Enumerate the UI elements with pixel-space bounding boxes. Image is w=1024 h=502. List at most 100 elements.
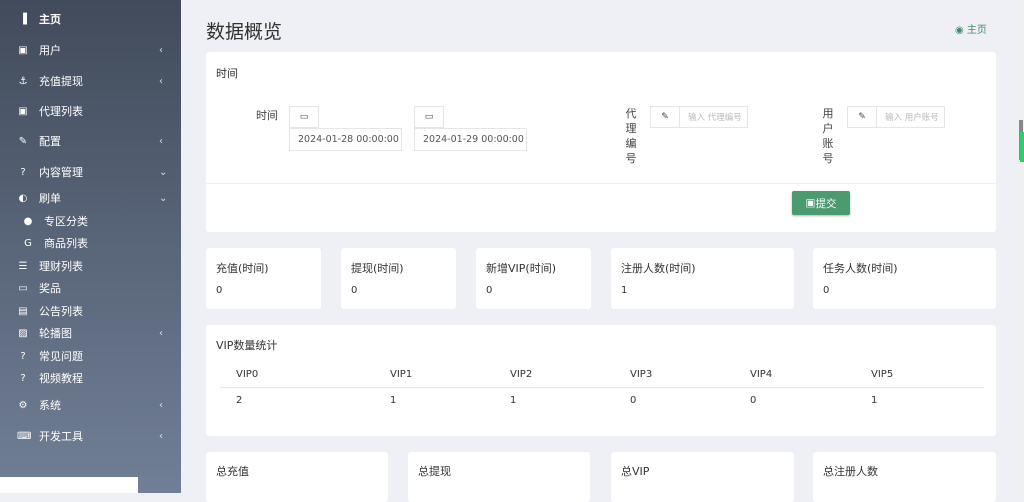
sidebar-item-5[interactable]: ? 内容管理 ⌄ — [0, 161, 181, 183]
sidebar: ▐ 主页 ▣ 用户 ‹ ⚓ 充值提现 ‹ ▣ 代理列表 ✎ 配置 ‹? 内容管理 ⌄ ◐ 刷单 ⌄ ● 专区分类 G 商品… — [0, 0, 181, 493]
bar-chart-icon: ▐ — [19, 13, 27, 25]
sidebar-item-4[interactable]: ✎ 配置 ‹ — [0, 130, 181, 152]
start-time-input[interactable]: 2024-01-28 00:00:00 — [289, 128, 402, 151]
agent-id-label: 代理编号 — [625, 107, 637, 165]
pencil-icon: ✎ — [847, 106, 877, 128]
breadcrumb-label: 主页 — [966, 25, 987, 36]
vip-card: VIP数量统计 VIP0 2 VIP1 1 VIP2 1 VIP3 0 VIP4 0 VIP5 1 — [206, 325, 996, 436]
question-circle-icon: ? — [20, 166, 26, 178]
stat-label: 注册人数(时间) — [621, 262, 696, 275]
sidebar-item-label: 公告列表 — [39, 305, 83, 318]
indent-icon: ☰ — [18, 260, 28, 272]
stat-card: 新增VIP(时间) 0 — [476, 248, 591, 309]
table-cell: 0 — [630, 395, 637, 406]
sidebar-item-10[interactable]: ▭ 奖品 — [0, 277, 181, 299]
total-label: 总充值 — [216, 465, 249, 478]
keyboard-icon: ⌨ — [17, 430, 32, 442]
chevron-icon: ‹ — [159, 327, 163, 339]
time-label: 时间 — [256, 109, 278, 122]
image-icon: ▨ — [18, 327, 28, 339]
end-time-input[interactable]: 2024-01-29 00:00:00 — [414, 128, 527, 151]
sidebar-item-label: 常见问题 — [39, 350, 83, 363]
chevron-icon: ‹ — [159, 44, 163, 56]
pencil-icon: ✎ — [650, 106, 680, 128]
dashboard-icon: ◉ — [955, 25, 967, 36]
table-header: VIP0 — [236, 369, 259, 380]
submit-button[interactable]: ▣ 提交 — [792, 191, 850, 215]
agent-id-input[interactable]: 输入 代理编号 — [679, 106, 748, 128]
stat-card: 注册人数(时间) 1 — [611, 248, 794, 309]
stat-value: 0 — [351, 285, 358, 296]
table-cell: 1 — [390, 395, 397, 406]
sidebar-item-16[interactable]: ⌨ 开发工具 ‹ — [0, 425, 181, 447]
sidebar-item-label: 轮播图 — [39, 327, 72, 340]
sidebar-item-12[interactable]: ▨ 轮播图 ‹ — [0, 322, 181, 344]
table-header: VIP2 — [510, 369, 533, 380]
stat-value: 0 — [823, 285, 830, 296]
table-header: VIP1 — [390, 369, 413, 380]
sidebar-item-label: 系统 — [39, 399, 61, 412]
table-header: VIP5 — [871, 369, 894, 380]
sidebar-item-label: 理财列表 — [39, 260, 83, 273]
side-indicator — [1020, 132, 1024, 162]
google-icon: G — [24, 237, 32, 249]
user-account-label: 用户账号 — [822, 107, 834, 165]
stat-card: 充值(时间) 0 — [206, 248, 321, 309]
file-text-icon: ▤ — [18, 305, 28, 317]
gear-icon: ⚙ — [18, 399, 28, 411]
page-title: 数据概览 — [206, 21, 283, 43]
sidebar-item-3[interactable]: ▣ 代理列表 — [0, 100, 181, 122]
sidebar-item-15[interactable]: ⚙ 系统 ‹ — [0, 394, 181, 416]
sidebar-item-label: 内容管理 — [39, 166, 83, 179]
sidebar-item-1[interactable]: ▣ 用户 ‹ — [0, 39, 181, 61]
stat-value: 0 — [216, 285, 223, 296]
sidebar-item-label: 用户 — [39, 44, 61, 57]
sidebar-item-6[interactable]: ◐ 刷单 ⌄ — [0, 187, 181, 209]
sidebar-footer-input[interactable] — [0, 477, 138, 493]
vip-card-title: VIP数量统计 — [216, 339, 278, 352]
sidebar-item-label: 刷单 — [39, 192, 61, 205]
scrollbar[interactable] — [1018, 0, 1024, 493]
sidebar-item-7[interactable]: ● 专区分类 — [0, 210, 181, 232]
save-icon: ▣ — [805, 197, 816, 209]
breadcrumb-home[interactable]: ◉ 主页 — [955, 21, 987, 36]
sidebar-item-0[interactable]: ▐ 主页 — [0, 8, 181, 30]
total-card: 总VIP — [611, 452, 794, 502]
sidebar-item-2[interactable]: ⚓ 充值提现 ‹ — [0, 70, 181, 92]
question-icon: ? — [20, 350, 26, 362]
chevron-icon: ‹ — [159, 430, 163, 442]
sidebar-item-14[interactable]: ? 视频教程 — [0, 367, 181, 389]
sidebar-item-9[interactable]: ☰ 理财列表 — [0, 255, 181, 277]
total-label: 总VIP — [621, 465, 650, 478]
chevron-icon: ‹ — [159, 135, 163, 147]
total-card: 总注册人数 — [813, 452, 996, 502]
wrench-icon: ✎ — [18, 135, 28, 147]
stat-card: 任务人数(时间) 0 — [813, 248, 996, 309]
chevron-icon: ‹ — [159, 399, 163, 411]
chevron-icon: ⌄ — [159, 192, 168, 204]
user-icon: ▣ — [18, 44, 28, 56]
stat-label: 提现(时间) — [351, 262, 404, 275]
divider — [206, 183, 996, 184]
total-card: 总充值 — [206, 452, 388, 502]
money-icon: ▭ — [18, 282, 28, 294]
sidebar-item-13[interactable]: ? 常见问题 — [0, 345, 181, 367]
calendar-icon[interactable]: ▭ — [414, 106, 444, 128]
sidebar-item-label: 配置 — [39, 135, 61, 148]
chevron-icon: ⌄ — [159, 166, 168, 178]
circle-icon: ● — [23, 215, 33, 227]
sidebar-item-label: 专区分类 — [44, 215, 88, 228]
total-card: 总提现 — [408, 452, 590, 502]
sidebar-item-11[interactable]: ▤ 公告列表 — [0, 300, 181, 322]
sidebar-item-label: 商品列表 — [44, 237, 88, 250]
table-header: VIP4 — [750, 369, 773, 380]
sidebar-item-label: 开发工具 — [39, 430, 83, 443]
calendar-icon[interactable]: ▭ — [289, 106, 319, 128]
user-card-icon: ▣ — [18, 105, 28, 117]
sidebar-item-8[interactable]: G 商品列表 — [0, 232, 181, 254]
anchor-icon: ⚓ — [18, 75, 28, 87]
table-cell: 1 — [871, 395, 878, 406]
user-account-input[interactable]: 输入 用户账号 — [876, 106, 945, 128]
sidebar-item-label: 主页 — [39, 13, 61, 26]
total-label: 总注册人数 — [823, 465, 878, 478]
